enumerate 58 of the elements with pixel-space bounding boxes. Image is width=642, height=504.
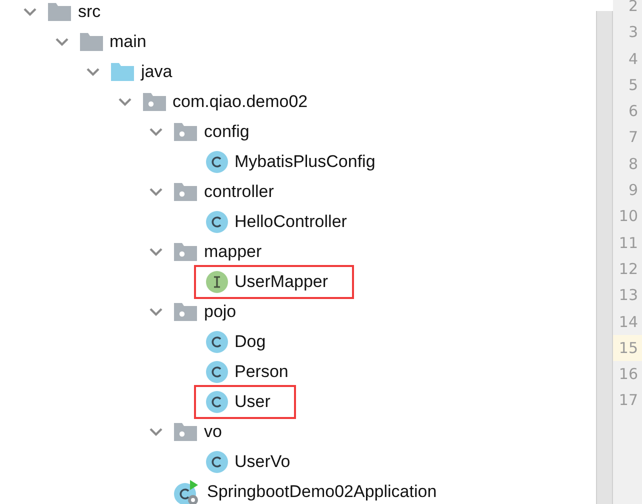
class-icon [206, 151, 228, 173]
line-number: 2 [627, 0, 639, 17]
line-number: 4 [627, 48, 639, 70]
class-icon [206, 211, 228, 233]
tree-item-label[interactable]: mapper [204, 242, 262, 262]
tree-item-label[interactable]: main [110, 32, 146, 52]
class-icon [206, 391, 228, 413]
line-number: 12 [618, 258, 639, 280]
chevron-down-icon[interactable] [54, 37, 68, 47]
tree-item-label[interactable]: MybatisPlusConfig [234, 152, 376, 172]
tree-item-label[interactable]: pojo [204, 302, 236, 322]
line-number: 15 [613, 334, 642, 362]
tree-item-label[interactable]: HelloController [234, 212, 347, 232]
tree-item-label[interactable]: vo [204, 422, 222, 442]
package-icon [174, 303, 197, 321]
chevron-down-icon[interactable] [149, 247, 163, 257]
folder-icon [80, 33, 102, 51]
package-icon [142, 93, 166, 111]
folder-icon [111, 63, 134, 81]
line-number: 5 [627, 74, 639, 96]
line-number: 6 [627, 101, 639, 122]
package-icon [174, 123, 197, 141]
chevron-down-icon[interactable] [86, 67, 100, 77]
package-icon [174, 243, 197, 261]
line-number: 7 [627, 127, 639, 148]
class-icon [206, 361, 228, 383]
tree-item-label[interactable]: java [141, 62, 172, 82]
line-number: 14 [618, 312, 639, 333]
line-number: 9 [627, 180, 639, 202]
tree-item-label[interactable]: SpringbootDemo02Application [207, 482, 437, 502]
line-number: 17 [618, 390, 639, 412]
tree-item-label[interactable]: User [234, 392, 270, 412]
tree-item-label[interactable]: controller [204, 182, 274, 202]
chevron-down-icon[interactable] [118, 97, 132, 107]
tree-item-label[interactable]: Dog [234, 332, 266, 352]
chevron-down-icon[interactable] [149, 127, 163, 137]
chevron-down-icon[interactable] [149, 427, 163, 437]
tree-item-label[interactable]: UserMapper [234, 272, 328, 292]
interface-icon [206, 271, 228, 293]
tree-item-label[interactable]: UserVo [234, 452, 290, 472]
folder-icon [48, 3, 71, 21]
tree-item-label[interactable]: src [78, 2, 101, 22]
chevron-down-icon[interactable] [149, 307, 163, 317]
tree-item-label[interactable]: com.qiao.demo02 [172, 92, 308, 112]
line-number: 8 [627, 154, 639, 175]
tree-item-label[interactable]: config [204, 122, 250, 142]
line-number: 10 [618, 206, 639, 228]
package-icon [174, 183, 197, 201]
chevron-down-icon[interactable] [23, 7, 37, 17]
line-number: 11 [618, 232, 639, 254]
package-icon [174, 423, 197, 441]
line-number: 13 [618, 285, 639, 306]
class-icon [206, 451, 228, 473]
chevron-down-icon[interactable] [149, 187, 163, 197]
line-number: 16 [618, 364, 639, 386]
class-icon [206, 331, 228, 353]
tree-item-label[interactable]: Person [234, 362, 288, 382]
line-number: 3 [627, 22, 639, 44]
